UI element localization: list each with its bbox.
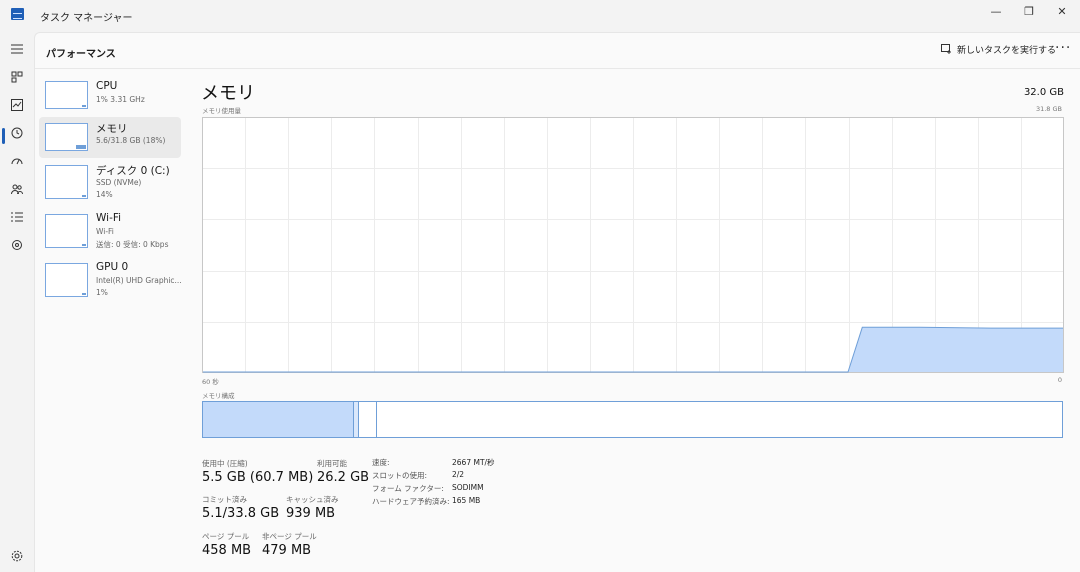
active-indicator [2,128,5,144]
x-axis-start-label: 60 秒 [202,378,219,386]
details-icon[interactable] [8,208,26,226]
gpu-sparkline [82,293,86,295]
cached-label: キャッシュ済み [286,495,339,504]
paged-pool-label: ページ プール [202,532,250,541]
run-new-task-button[interactable]: 新しいタスクを実行する [941,43,1056,56]
committed-value: 5.1/33.8 GB [202,506,280,521]
form-factor-label: フォーム ファクター: [372,484,444,493]
resource-item-gpu[interactable]: GPU 0 Intel(R) UHD Graphic... 1% [39,259,182,303]
nonpaged-pool-value: 479 MB [262,543,312,558]
performance-icon[interactable] [8,96,26,114]
memory-title: メモリ [201,83,255,104]
resource-detail: Wi-Fi [96,227,114,236]
memory-usage-max: 31.8 GB [1035,105,1062,113]
committed-label: コミット済み [202,495,247,504]
page-title: パフォーマンス [46,49,116,60]
cpu-sparkline [82,105,86,107]
task-manager-icon [11,8,24,20]
resource-usage: 送信: 0 受信: 0 Kbps [96,240,169,249]
more-options-button[interactable]: ··· [1055,40,1071,56]
page-header: パフォーマンス 新しいタスクを実行する ··· [35,33,1080,69]
resource-name: GPU 0 [96,261,129,273]
composition-in-use [203,402,354,437]
available-value: 26.2 GB [317,470,370,485]
users-icon[interactable] [8,180,26,198]
resource-name: メモリ [96,123,128,135]
close-button[interactable]: ✕ [1044,0,1080,22]
nav-rail [0,32,34,572]
menu-icon[interactable] [8,40,26,58]
disk-thumbnail [45,165,88,199]
resource-name: ディスク 0 (C:) [96,165,170,177]
run-new-task-label: 新しいタスクを実行する [957,46,1057,56]
paged-pool-value: 458 MB [202,543,252,558]
resource-item-cpu[interactable]: CPU 1% 3.31 GHz [39,77,181,117]
resource-name: Wi-Fi [96,212,122,224]
startup-icon[interactable] [8,152,26,170]
main-content: パフォーマンス 新しいタスクを実行する ··· CPU 1% 3.31 GHz … [34,32,1080,572]
memory-usage-chart [202,117,1064,373]
settings-icon[interactable] [8,547,26,565]
resource-detail: 1% 3.31 GHz [96,95,145,104]
processes-icon[interactable] [8,68,26,86]
memory-usage-label: メモリ使用量 [202,107,241,115]
wifi-sparkline [82,244,86,246]
in-use-value: 5.5 GB (60.7 MB) [202,470,314,485]
resource-detail: Intel(R) UHD Graphic... [96,276,182,285]
resource-name: CPU [96,80,118,92]
resource-item-memory[interactable]: メモリ 5.6/31.8 GB (18%) [39,117,181,158]
speed-value: 2667 MT/秒 [452,458,495,467]
title-bar: タスク マネージャー — ❐ ✕ [0,0,1080,32]
slots-value: 2/2 [452,470,465,479]
slots-label: スロットの使用: [372,471,428,480]
memory-composition-bar [202,401,1063,438]
services-icon[interactable] [8,236,26,254]
resource-usage: 1% [96,288,108,297]
resource-item-disk[interactable]: ディスク 0 (C:) SSD (NVMe) 14% [39,161,181,205]
window-title: タスク マネージャー [40,13,133,24]
resource-detail: SSD (NVMe) [96,178,142,187]
hardware-reserved-value: 165 MB [452,496,481,505]
maximize-button[interactable]: ❐ [1011,0,1047,22]
cached-value: 939 MB [286,506,336,521]
memory-thumbnail [45,123,88,151]
available-label: 利用可能 [317,459,347,468]
memory-total: 32.0 GB [1023,87,1064,98]
memory-composition-label: メモリ構成 [202,392,235,400]
app-history-icon[interactable] [8,124,26,142]
wifi-thumbnail [45,214,88,248]
disk-sparkline [82,195,86,197]
resource-item-wifi[interactable]: Wi-Fi Wi-Fi 送信: 0 受信: 0 Kbps [39,210,181,254]
cpu-thumbnail [45,81,88,109]
x-axis-end-label: 0 [1057,376,1062,384]
form-factor-value: SODIMM [452,483,484,492]
resource-detail: 5.6/31.8 GB (18%) [96,136,166,145]
hardware-reserved-label: ハードウェア予約済み: [372,497,450,506]
resource-usage: 14% [96,190,113,199]
run-task-icon [941,44,951,54]
in-use-label: 使用中 (圧縮) [202,459,248,468]
speed-label: 速度: [372,458,390,467]
gpu-thumbnail [45,263,88,297]
memory-sparkline [76,145,86,149]
minimize-button[interactable]: — [978,0,1014,22]
nonpaged-pool-label: 非ページ プール [262,532,317,541]
composition-standby [359,402,377,437]
